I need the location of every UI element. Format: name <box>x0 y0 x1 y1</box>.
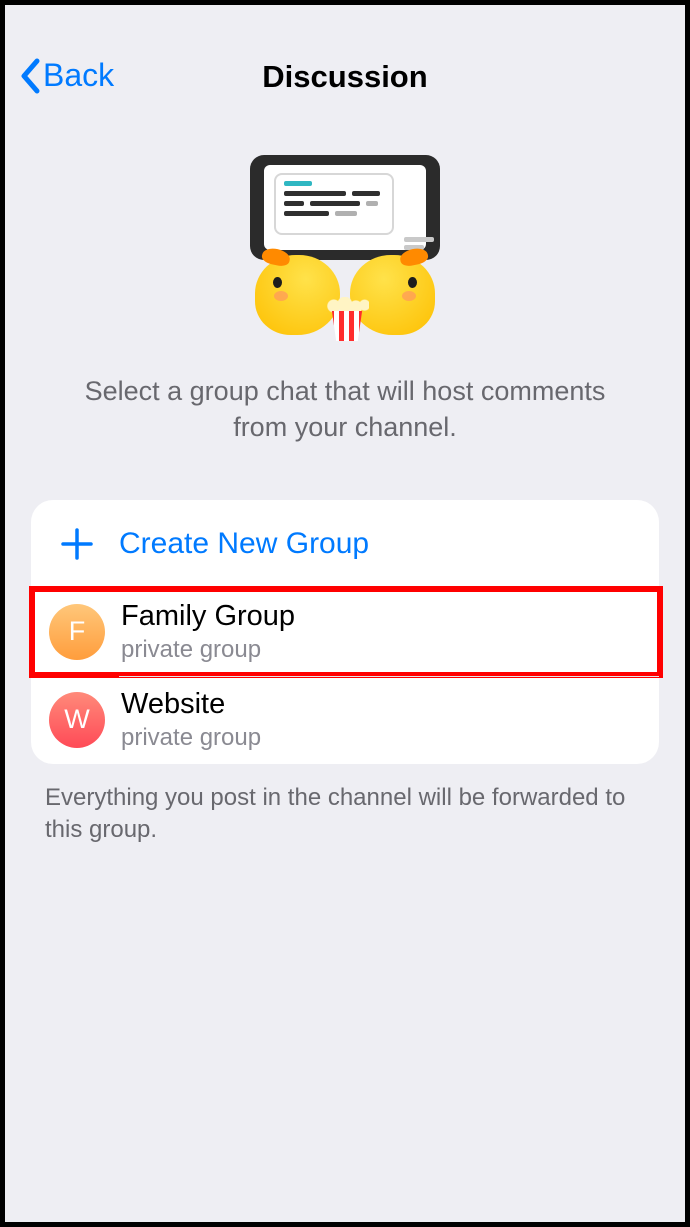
group-row[interactable]: F Family Group private group <box>31 588 659 676</box>
avatar: W <box>49 692 105 748</box>
group-subtitle: private group <box>121 724 261 752</box>
group-name: Website <box>121 688 261 721</box>
group-subtitle: private group <box>121 636 295 664</box>
hero-illustration <box>5 155 685 345</box>
header-bar: Back Discussion <box>5 5 685 95</box>
create-new-group-row[interactable]: Create New Group <box>31 500 659 588</box>
plus-icon <box>49 516 105 572</box>
group-list: Create New Group F Family Group private gr… <box>31 500 659 764</box>
create-new-group-label: Create New Group <box>119 527 369 561</box>
screen-frame: Back Discussion Sel <box>0 0 690 1227</box>
avatar: F <box>49 604 105 660</box>
group-name: Family Group <box>121 600 295 633</box>
group-row[interactable]: W Website private group <box>31 676 659 764</box>
subtitle-text: Select a group chat that will host comme… <box>5 373 685 446</box>
page-title: Discussion <box>5 59 685 95</box>
footer-note: Everything you post in the channel will … <box>45 782 645 847</box>
